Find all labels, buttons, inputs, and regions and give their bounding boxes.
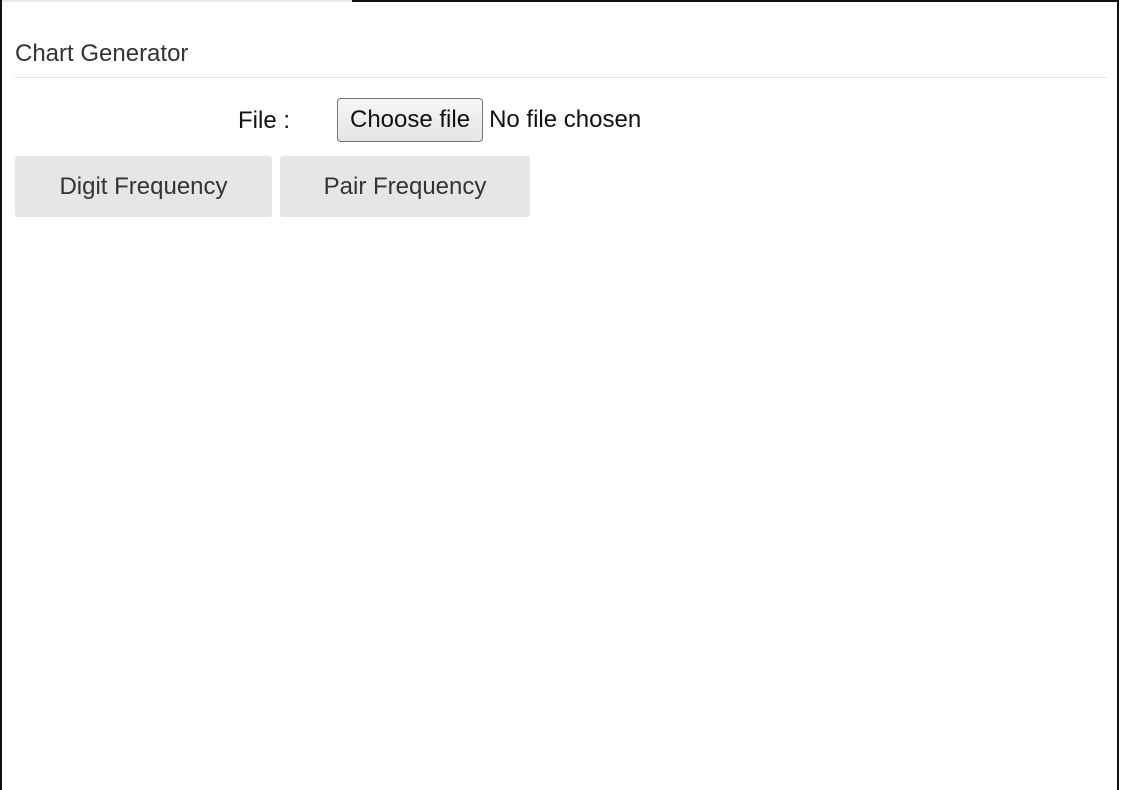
window-top-edge xyxy=(352,0,1119,2)
file-status-text: No file chosen xyxy=(489,106,642,133)
choose-file-button[interactable]: Choose file xyxy=(337,98,484,142)
pair-frequency-button[interactable]: Pair Frequency xyxy=(280,156,530,217)
window-left-edge xyxy=(0,0,2,790)
file-picker[interactable]: Choose file No file chosen xyxy=(337,98,641,142)
window-right-edge xyxy=(1117,0,1119,790)
app-window: Chart Generator File : Choose file No fi… xyxy=(0,0,1134,790)
chart-output-area xyxy=(15,230,1107,770)
page-title: Chart Generator xyxy=(15,40,189,67)
title-divider xyxy=(15,77,1107,78)
file-input-label: File : xyxy=(238,107,291,134)
window-top-edge-light xyxy=(0,0,352,2)
digit-frequency-button[interactable]: Digit Frequency xyxy=(15,156,272,217)
